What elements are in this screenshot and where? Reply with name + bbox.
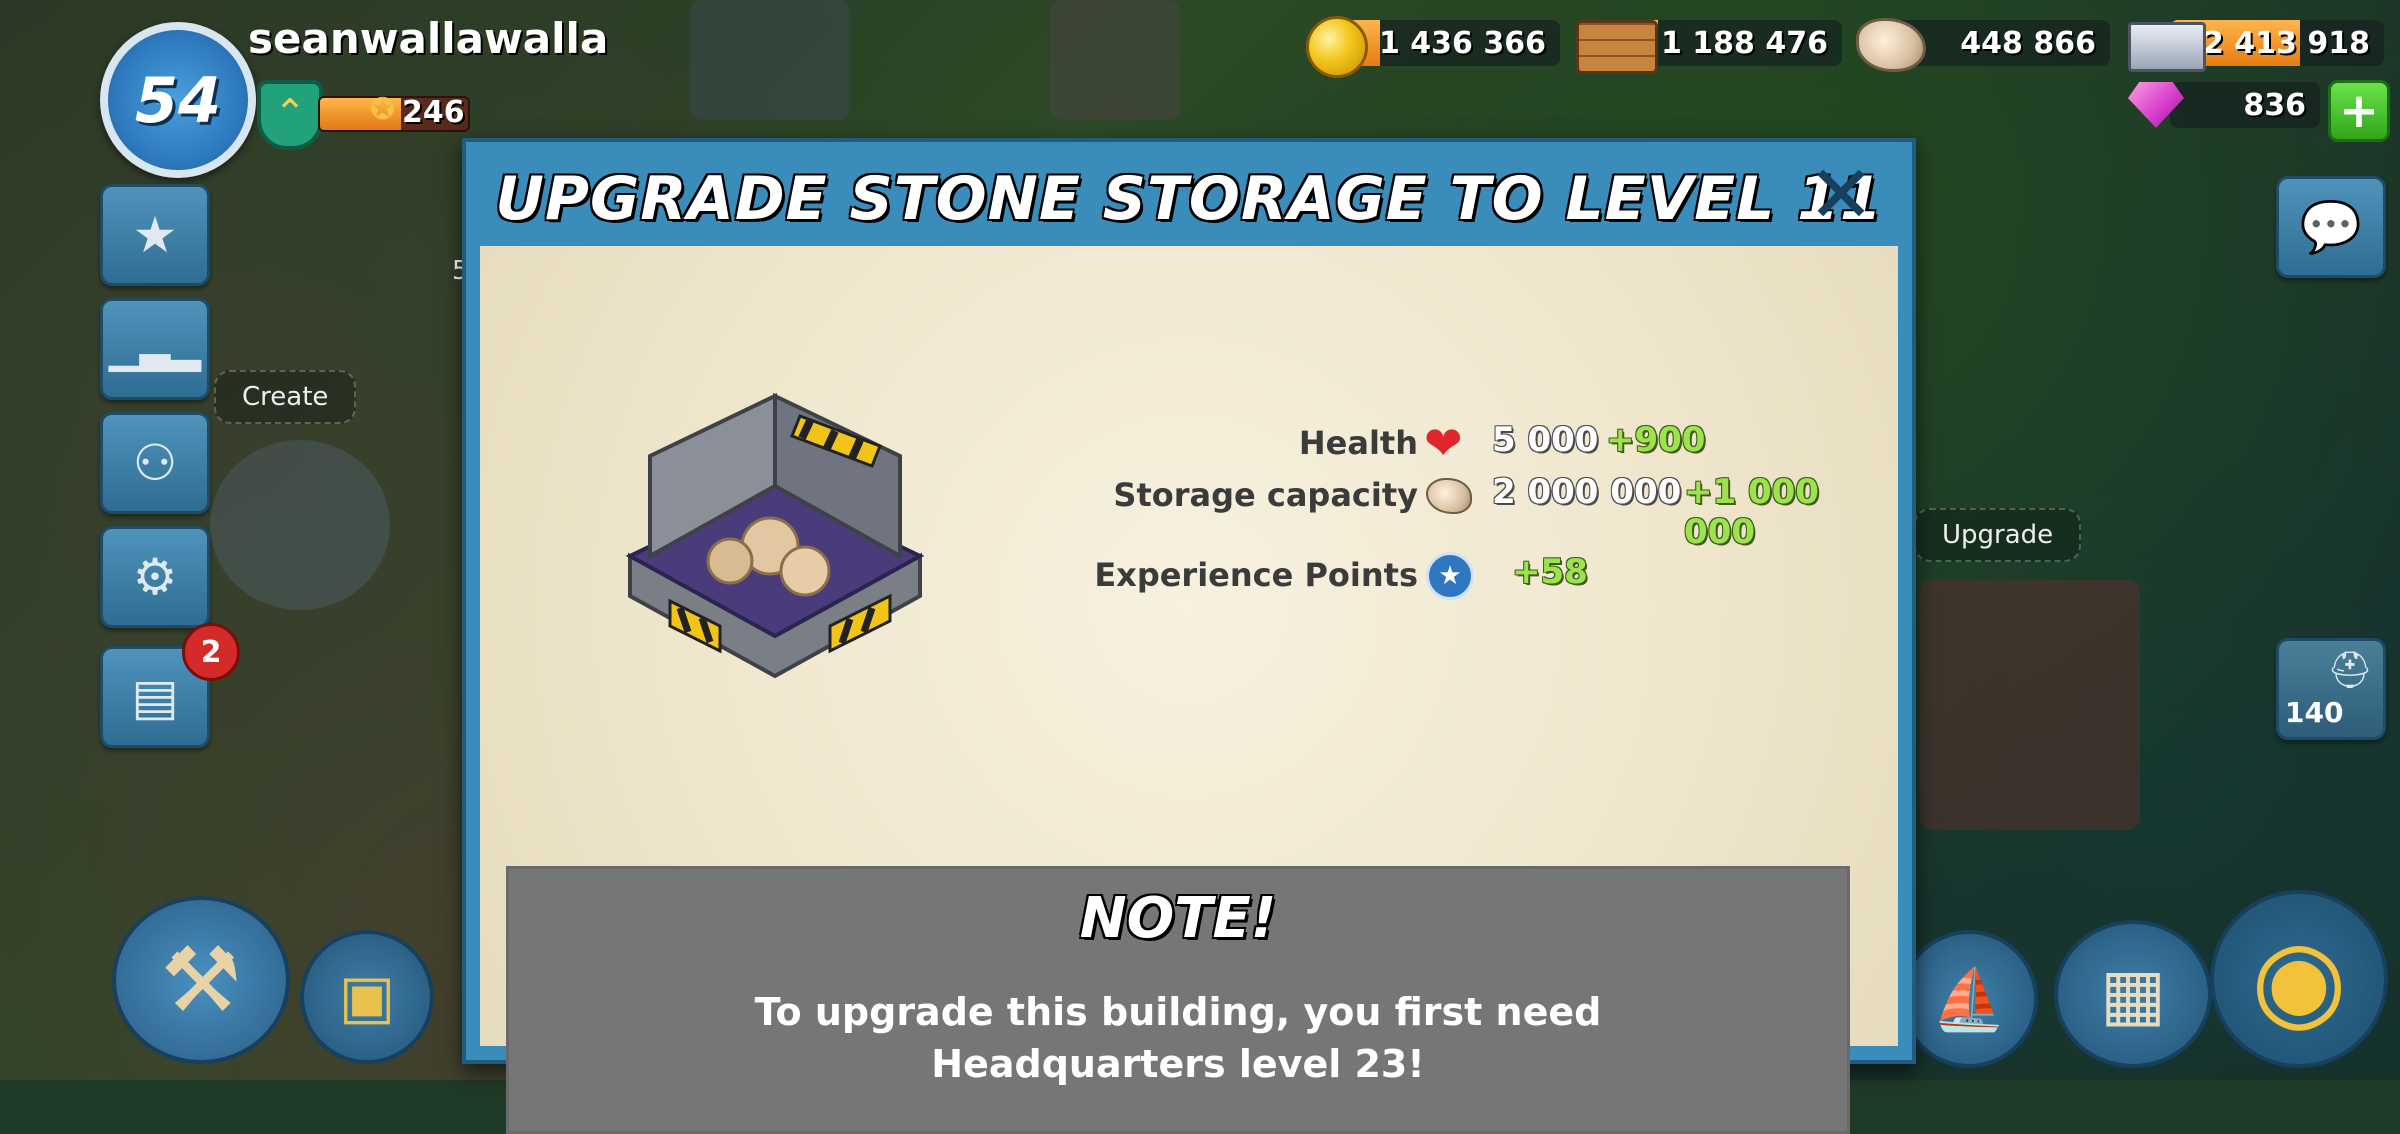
settings-button[interactable]: ⚙ [100,526,210,628]
build-menu-button[interactable]: ⚒ [112,896,290,1064]
gold-value: 1 436 366 [1378,25,1546,61]
close-icon: ✕ [1807,148,1875,241]
experience-points-label: Experience Points [1094,556,1418,594]
note-line-1: To upgrade this building, you first need [754,990,1602,1034]
iron-icon [2128,22,2206,72]
leaderboard-button[interactable]: ▁▃▂ [100,298,210,400]
chat-button[interactable]: 💬 [2276,176,2386,278]
troops-count: 140 [2285,696,2344,729]
requirement-note: NOTE! To upgrade this building, you firs… [506,866,1850,1134]
gold-counter[interactable]: 1 436 366 [1340,20,1560,66]
boat-button[interactable]: ⛵ [1900,930,2038,1068]
gold-coin-icon [1306,16,1368,78]
task-force-icon: ⚇ [132,434,178,492]
health-value: 5 000 [1492,420,1599,460]
storage-capacity-bonus: +1 000 000 [1684,472,1819,552]
stone-storage-building-image [625,392,925,679]
wood-icon [1576,20,1658,74]
diamond-counter[interactable]: 836 [2170,82,2320,128]
upgrade-dialog: UPGRADE STONE STORAGE TO LEVEL 11 ✕ Heal… [462,138,1916,1134]
compass-button[interactable]: ◉ [2210,890,2388,1068]
helmet-icon: ⛑ [2327,650,2373,691]
storage-capacity-label: Storage capacity [1113,476,1418,514]
hammer-icon: ⚒ [160,927,242,1033]
star-menu-button[interactable]: ★ [100,184,210,286]
xp-value: 246 [402,95,465,130]
rank-chevron-icon[interactable]: ⌃ [257,80,323,150]
troops-button[interactable]: 140 ⛑ [2276,638,2386,740]
chat-bubble-icon: 💬 [2299,197,2363,256]
storage-capacity-value: 2 000 000 [1492,472,1682,512]
map-building[interactable] [1050,0,1180,120]
player-level: 54 [134,63,222,137]
map-building[interactable] [1920,580,2140,830]
star-icon: ★ [132,206,178,264]
note-title: NOTE! [1079,886,1277,951]
experience-points-bonus: +58 [1512,552,1588,592]
map-button[interactable]: ▦ [2054,920,2212,1068]
player-level-badge[interactable]: 54 [100,22,256,178]
news-notification-badge: 2 [182,623,240,681]
compass-icon: ◉ [2251,915,2347,1043]
treasure-chest-button[interactable]: ▣ [300,930,434,1064]
newspaper-icon: ▤ [131,668,179,726]
iron-value: 2 413 918 [2202,25,2370,61]
buy-diamonds-button[interactable]: + [2328,80,2390,142]
note-line-2: Headquarters level 23! [931,1042,1425,1086]
map-building[interactable] [690,0,850,120]
upgrade-tile-label[interactable]: Upgrade [1914,508,2082,562]
heart-icon: ❤ [1424,416,1463,470]
chest-icon: ▣ [338,962,396,1032]
stone-value: 448 866 [1960,25,2096,61]
note-message: To upgrade this building, you first need… [506,986,1850,1090]
health-label: Health [1298,424,1418,462]
dialog-title: UPGRADE STONE STORAGE TO LEVEL 11 [495,164,1883,234]
create-tile-label[interactable]: Create [214,370,357,424]
xp-star-icon: ★ [1426,552,1474,600]
leaderboard-icon: ▁▃▂ [108,326,202,372]
task-force-button[interactable]: ⚇ [100,412,210,514]
gear-icon: ⚙ [132,548,178,606]
map-icon: ▦ [2099,953,2167,1035]
map-building[interactable] [210,440,390,610]
wood-value: 1 188 476 [1660,25,1828,61]
stone-icon [1426,478,1472,514]
player-username: seanwallawalla [248,14,609,63]
close-button[interactable]: ✕ [1806,155,1876,235]
medal-icon: ✪ [370,92,396,127]
diamond-value: 836 [2243,87,2306,123]
health-bonus: +900 [1606,420,1706,460]
boat-icon: ⛵ [1931,964,2007,1035]
dialog-content-panel: Health ❤ 5 000 +900 Storage capacity 2 0… [480,246,1898,1134]
